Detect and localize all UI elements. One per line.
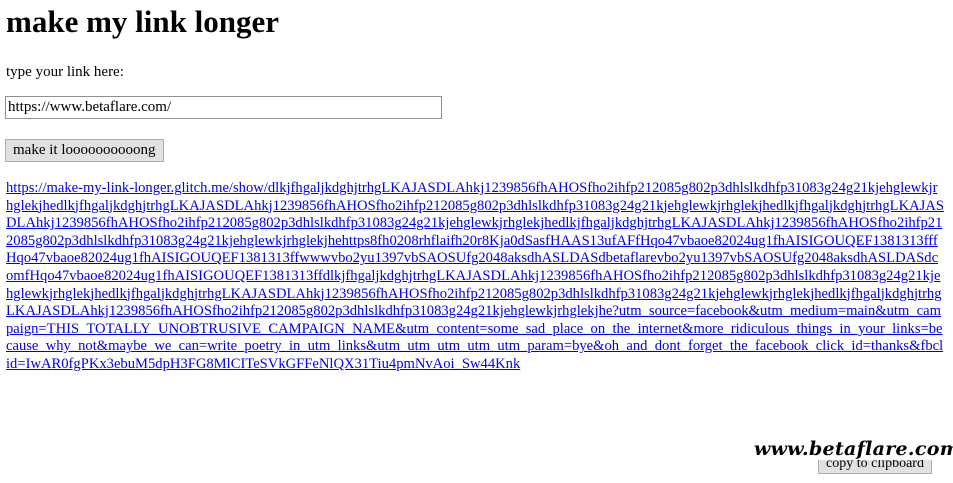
page-title: make my link longer xyxy=(6,4,279,39)
long-link-output[interactable]: https://make-my-link-longer.glitch.me/sh… xyxy=(6,180,944,374)
link-input-label: type your link here: xyxy=(6,64,124,80)
link-input[interactable] xyxy=(5,96,442,119)
make-longer-button[interactable]: make it loooooooooong xyxy=(5,139,164,162)
watermark: www.betaflare.com xyxy=(754,438,953,460)
